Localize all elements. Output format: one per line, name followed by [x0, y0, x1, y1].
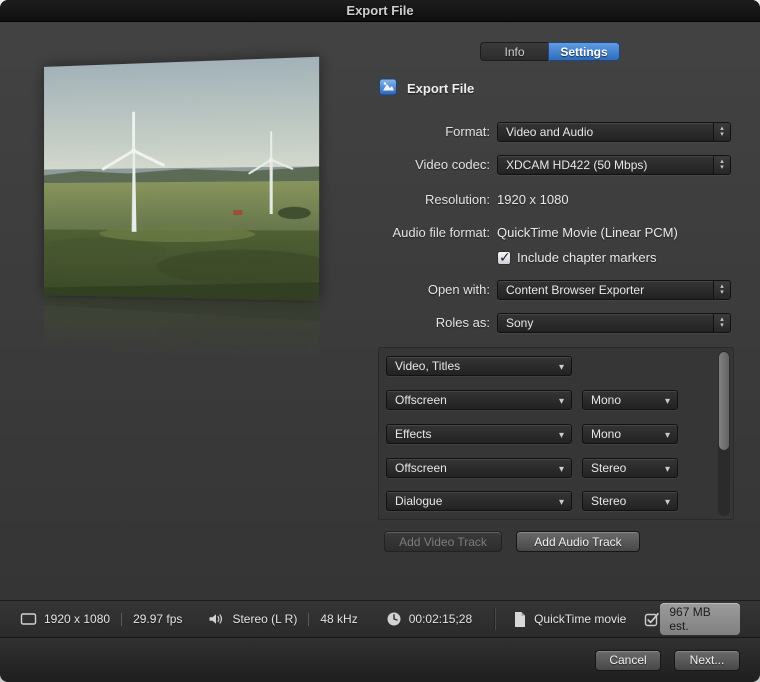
status-duration: 00:02:15;28	[409, 612, 472, 626]
checkbox-check-icon	[644, 611, 660, 627]
share-monitor[interactable]	[644, 611, 660, 627]
preview-reflection	[44, 297, 319, 367]
roles-as-select[interactable]: Sony	[497, 313, 731, 333]
audio-format-label: Audio file format:	[300, 223, 490, 243]
filetype-status: QuickTime movie	[513, 611, 626, 628]
role-select-row2[interactable]: Offscreen	[386, 390, 572, 410]
roles-list: Video, Titles Offscreen Mono Effects Mon…	[378, 347, 734, 520]
role-select-row5[interactable]: Dialogue	[386, 491, 572, 511]
role-select-row3[interactable]: Effects	[386, 424, 572, 444]
channel-select-row5[interactable]: Stereo	[582, 491, 678, 511]
next-button[interactable]: Next...	[674, 650, 740, 671]
role-value: Video, Titles	[395, 359, 460, 373]
status-resolution: 1920 x 1080	[44, 612, 110, 626]
export-file-icon	[379, 78, 397, 96]
file-size-estimate-badge: 967 MB est.	[660, 603, 740, 635]
stepper-arrows-icon	[713, 156, 730, 174]
cancel-button[interactable]: Cancel	[595, 650, 661, 671]
channel-value: Stereo	[591, 461, 626, 475]
action-bar: Cancel Next...	[0, 637, 760, 682]
status-fps: 29.97 fps	[133, 612, 182, 626]
format-value: Video and Audio	[506, 125, 593, 139]
include-chapter-markers-checkbox[interactable]	[497, 251, 511, 265]
channel-value: Stereo	[591, 494, 626, 508]
chevron-down-icon	[559, 393, 564, 407]
roles-scrollbar[interactable]	[718, 351, 730, 516]
channel-value: Mono	[591, 427, 621, 441]
chevron-down-icon	[559, 427, 564, 441]
audio-status: Stereo (L R) 48 kHz	[208, 611, 357, 627]
titlebar[interactable]: Export File	[0, 0, 760, 22]
scrollbar-thumb[interactable]	[719, 352, 729, 450]
preview-image	[44, 57, 319, 301]
open-with-label: Open with:	[300, 280, 490, 300]
duration-status: 00:02:15;28	[386, 611, 472, 627]
chevron-down-icon	[665, 393, 670, 407]
video-codec-value: XDCAM HD422 (50 Mbps)	[506, 158, 647, 172]
channel-value: Mono	[591, 393, 621, 407]
chevron-down-icon	[665, 494, 670, 508]
stepper-arrows-icon	[713, 123, 730, 141]
open-with-value: Content Browser Exporter	[506, 283, 644, 297]
channel-select-row2[interactable]: Mono	[582, 390, 678, 410]
roles-as-label: Roles as:	[300, 313, 490, 333]
tab-bar: Info Settings	[480, 42, 620, 61]
document-icon	[513, 611, 527, 628]
format-select[interactable]: Video and Audio	[497, 122, 731, 142]
export-dialog: Export File Info Settings	[0, 0, 760, 682]
status-filetype: QuickTime movie	[534, 612, 626, 626]
tab-info[interactable]: Info	[480, 42, 548, 61]
divider	[308, 613, 309, 626]
video-codec-select[interactable]: XDCAM HD422 (50 Mbps)	[497, 155, 731, 175]
audio-format-value: QuickTime Movie (Linear PCM)	[497, 223, 678, 243]
roles-as-value: Sony	[506, 316, 533, 330]
include-chapter-markers-label: Include chapter markers	[517, 250, 656, 266]
status-bar: 1920 x 1080 29.97 fps Stereo (L R) 48 kH…	[0, 600, 760, 637]
chevron-down-icon	[559, 359, 564, 373]
chevron-down-icon	[559, 461, 564, 475]
panel-title: Export File	[407, 81, 474, 96]
chevron-down-icon	[665, 461, 670, 475]
stepper-arrows-icon	[713, 314, 730, 332]
role-value: Offscreen	[395, 461, 447, 475]
divider	[121, 613, 122, 626]
role-value: Dialogue	[395, 494, 442, 508]
resolution-label: Resolution:	[300, 190, 490, 210]
add-audio-track-button[interactable]: Add Audio Track	[516, 531, 640, 552]
role-value: Effects	[395, 427, 431, 441]
video-preview	[44, 57, 319, 372]
channel-select-row3[interactable]: Mono	[582, 424, 678, 444]
clock-icon	[386, 611, 402, 627]
video-codec-label: Video codec:	[300, 155, 490, 175]
speaker-icon	[208, 611, 225, 627]
resolution-value: 1920 x 1080	[497, 190, 569, 210]
chevron-down-icon	[665, 427, 670, 441]
add-video-track-button[interactable]: Add Video Track	[384, 531, 502, 552]
format-label: Format:	[300, 122, 490, 142]
status-audio-channels: Stereo (L R)	[232, 612, 297, 626]
role-value: Offscreen	[395, 393, 447, 407]
channel-select-row4[interactable]: Stereo	[582, 458, 678, 478]
role-select-video-titles[interactable]: Video, Titles	[386, 356, 572, 376]
divider	[494, 608, 495, 630]
tab-settings[interactable]: Settings	[548, 42, 620, 61]
chevron-down-icon	[559, 494, 564, 508]
frame-icon	[20, 611, 37, 627]
resolution-status: 1920 x 1080 29.97 fps	[20, 611, 182, 627]
status-audio-rate: 48 kHz	[320, 612, 357, 626]
stepper-arrows-icon	[713, 281, 730, 299]
window-title: Export File	[346, 3, 413, 18]
open-with-select[interactable]: Content Browser Exporter	[497, 280, 731, 300]
role-select-row4[interactable]: Offscreen	[386, 458, 572, 478]
